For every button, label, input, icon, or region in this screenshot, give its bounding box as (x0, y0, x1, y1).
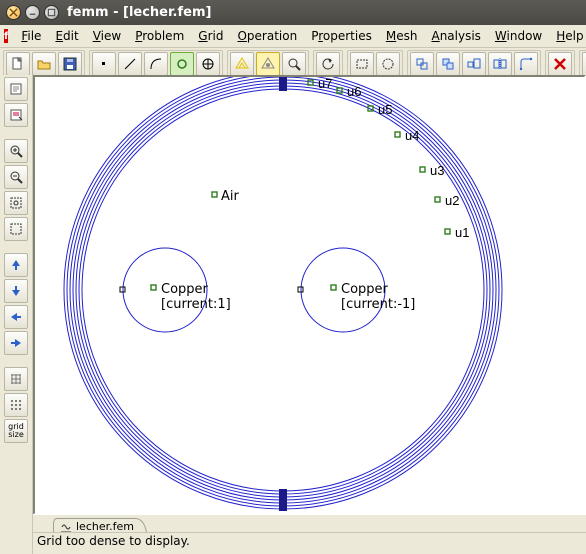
delete-button[interactable] (548, 52, 572, 76)
boundary-tick-top (279, 77, 287, 91)
side-tool-1[interactable] (4, 77, 28, 101)
svg-text:u7: u7 (318, 77, 332, 91)
menu-operation[interactable]: Operation (230, 27, 304, 45)
svg-text:u4: u4 (405, 128, 419, 143)
move-button[interactable] (410, 52, 434, 76)
arc-tool-button[interactable] (144, 52, 168, 76)
group-tool-button[interactable] (196, 52, 220, 76)
svg-text:Air: Air (221, 189, 240, 204)
undo-button[interactable] (316, 52, 340, 76)
grid-size-button[interactable]: grid size (4, 419, 28, 443)
menubar: f File Edit View Problem Grid Operation … (0, 25, 586, 48)
grid-toggle-button[interactable] (4, 367, 28, 391)
zoom-in-button[interactable] (4, 139, 28, 163)
scale-button[interactable] (462, 52, 486, 76)
drawing-canvas[interactable]: u7 u6 u5 u4 u3 u2 u1 Air Copper [current… (35, 77, 586, 511)
workspace: grid size u7 u6 (0, 75, 586, 554)
svg-text:Copper: Copper (161, 282, 209, 297)
pan-down-button[interactable] (4, 279, 28, 303)
air-region: Air (212, 189, 240, 204)
svg-text:[current:-1]: [current:-1] (341, 297, 415, 312)
svg-text:u1: u1 (455, 225, 469, 240)
svg-text:u2: u2 (445, 193, 459, 208)
menu-analysis[interactable]: Analysis (424, 27, 487, 45)
u-labels: u7 u6 u5 u4 u3 u2 u1 (308, 77, 469, 240)
point-tool-button[interactable] (92, 52, 116, 76)
snap-toggle-button[interactable] (4, 393, 28, 417)
fillet-button[interactable] (514, 52, 538, 76)
analyze-button[interactable] (256, 52, 280, 76)
status-bar: Grid too dense to display. (33, 532, 586, 554)
select-rect-button[interactable] (350, 52, 374, 76)
status-text: Grid too dense to display. (37, 534, 190, 548)
canvas-area: u7 u6 u5 u4 u3 u2 u1 Air Copper [current… (33, 75, 586, 554)
svg-text:u3: u3 (430, 163, 444, 178)
mesh-button[interactable] (230, 52, 254, 76)
zoom-out-button[interactable] (4, 165, 28, 189)
pan-left-button[interactable] (4, 305, 28, 329)
conductor-left: Copper [current:1] (120, 248, 231, 332)
document-icon (60, 521, 72, 533)
minimize-window-button[interactable] (25, 5, 40, 20)
svg-text:u6: u6 (347, 84, 361, 99)
pan-up-button[interactable] (4, 253, 28, 277)
view-results-button[interactable] (282, 52, 306, 76)
save-button[interactable] (58, 52, 82, 76)
run-lua-button[interactable]: L (582, 52, 586, 76)
copy-button[interactable] (436, 52, 460, 76)
conductor-right: Copper [current:-1] (298, 248, 415, 332)
block-label-tool-button[interactable] (170, 52, 194, 76)
menu-window[interactable]: Window (488, 27, 549, 45)
zoom-window-button[interactable] (4, 217, 28, 241)
outer-boundary (64, 77, 502, 509)
menu-properties[interactable]: Properties (304, 27, 379, 45)
pan-right-button[interactable] (4, 331, 28, 355)
menu-file[interactable]: File (14, 27, 48, 45)
menu-mesh[interactable]: Mesh (379, 27, 425, 45)
line-tool-button[interactable] (118, 52, 142, 76)
menu-grid[interactable]: Grid (191, 27, 230, 45)
svg-text:[current:1]: [current:1] (161, 297, 231, 312)
svg-text:Copper: Copper (341, 282, 389, 297)
maximize-window-button[interactable] (44, 5, 59, 20)
open-button[interactable] (32, 52, 56, 76)
menu-problem[interactable]: Problem (128, 27, 191, 45)
mirror-button[interactable] (488, 52, 512, 76)
select-circle-button[interactable] (376, 52, 400, 76)
titlebar: femm - [lecher.fem] (0, 0, 586, 25)
boundary-tick-bottom (279, 489, 287, 511)
window-title: femm - [lecher.fem] (67, 5, 211, 20)
menu-edit[interactable]: Edit (48, 27, 85, 45)
toolbar-side: grid size (0, 75, 33, 554)
menu-help[interactable]: Help (549, 27, 586, 45)
app-icon: f (4, 29, 8, 43)
side-tool-2[interactable] (4, 103, 28, 127)
menu-view[interactable]: View (86, 27, 128, 45)
svg-text:u5: u5 (378, 102, 392, 117)
close-window-button[interactable] (6, 5, 21, 20)
zoom-fit-button[interactable] (4, 191, 28, 215)
window-buttons (6, 5, 59, 20)
new-button[interactable] (6, 52, 30, 76)
